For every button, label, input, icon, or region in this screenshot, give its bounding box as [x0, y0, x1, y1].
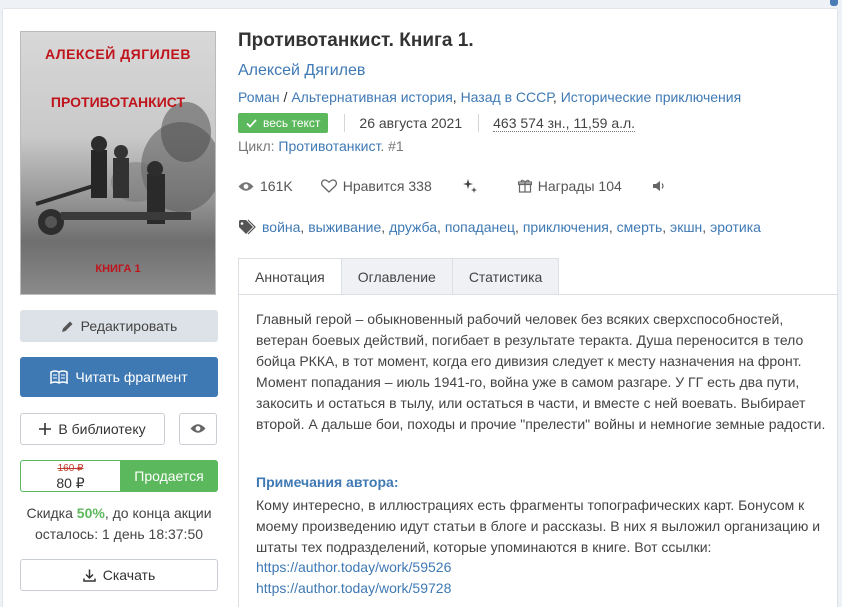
content-tabs: Аннотация Оглавление Статистика: [238, 258, 560, 295]
tag-link[interactable]: попаданец: [445, 219, 515, 235]
top-corner-button[interactable]: [830, 0, 838, 6]
full-text-badge: весь текст: [238, 113, 329, 133]
author-link[interactable]: Алексей Дягилев: [238, 62, 365, 80]
divider: [344, 114, 346, 132]
sparkle-button[interactable]: [462, 178, 484, 194]
open-book-icon: [50, 370, 69, 384]
old-price: 160 ₽: [57, 463, 84, 474]
add-to-library-label: В библиотеку: [58, 421, 146, 437]
discount-info: Скидка 50%, до конца акции осталось: 1 д…: [20, 503, 218, 545]
genre-link[interactable]: Роман: [238, 89, 280, 105]
views-count: 161K: [260, 178, 293, 194]
tab-contents[interactable]: Оглавление: [341, 258, 453, 295]
book-title: Противотанкист. Книга 1.: [238, 30, 474, 51]
author-notes-heading: Примечания автора:: [256, 474, 399, 490]
tab-panel: Главный герой – обыкновенный рабочий чел…: [238, 294, 838, 607]
tag-link[interactable]: эротика: [710, 219, 761, 235]
awards-label: Награды 104: [537, 178, 622, 194]
audio-button[interactable]: [652, 180, 672, 192]
price-box: 160 ₽ 80 ₽: [20, 460, 120, 492]
book-size: 463 574 зн., 11,59 а.л.: [493, 114, 636, 132]
heart-icon: [320, 179, 337, 193]
full-text-label: весь текст: [263, 116, 321, 130]
cycle-link[interactable]: Противотанкист: [278, 138, 380, 154]
tag-link[interactable]: дружба: [389, 219, 437, 235]
cycle-info: Цикл: Противотанкист. #1: [238, 138, 404, 154]
cover-author-text: АЛЕКСЕЙ ДЯГИЛЕВ: [44, 46, 191, 62]
pencil-icon: [61, 320, 74, 333]
tag-link[interactable]: приключения: [523, 219, 609, 235]
plus-icon: [39, 423, 52, 435]
discount-percent: 50%: [76, 505, 105, 521]
buy-button-label: Продается: [134, 468, 204, 484]
like-button[interactable]: Нравится 338: [320, 178, 432, 194]
author-notes-text: Кому интересно, в иллюстрациях есть фраг…: [256, 497, 821, 555]
edit-button[interactable]: Редактировать: [20, 310, 218, 342]
read-fragment-button[interactable]: Читать фрагмент: [20, 357, 218, 397]
genre-list: Роман / Альтернативная история, Назад в …: [238, 89, 742, 105]
download-button[interactable]: Скачать: [20, 559, 218, 591]
cover-artwork: [35, 136, 191, 235]
genre-link[interactable]: Исторические приключения: [561, 89, 741, 105]
add-to-library-button[interactable]: В библиотеку: [20, 413, 165, 445]
top-strip: [0, 0, 842, 8]
edit-button-label: Редактировать: [80, 318, 178, 334]
genre-link[interactable]: Альтернативная история: [291, 89, 452, 105]
external-link[interactable]: https://author.today/work/59526: [256, 559, 451, 575]
likes-label: Нравится 338: [342, 178, 432, 194]
publish-date: 26 августа 2021: [359, 115, 463, 131]
buy-button[interactable]: Продается: [120, 460, 218, 492]
cover-book-number: КНИГА 1: [95, 263, 141, 275]
eye-icon: [238, 181, 254, 191]
genre-link[interactable]: Назад в СССР: [461, 89, 553, 105]
annotation-text: Главный герой – обыкновенный рабочий чел…: [256, 311, 826, 432]
download-icon: [83, 569, 96, 582]
views-stat: 161K: [238, 178, 293, 194]
tag-link[interactable]: выживание: [308, 219, 381, 235]
download-label: Скачать: [102, 567, 156, 583]
awards-stat[interactable]: Награды 104: [517, 178, 622, 194]
book-cover[interactable]: АЛЕКСЕЙ ДЯГИЛЕВ ПРОТИВОТАНКИСТ КНИГА 1: [20, 31, 216, 295]
tag-link[interactable]: война: [262, 219, 300, 235]
tag-link[interactable]: смерть: [617, 219, 663, 235]
tab-annotation[interactable]: Аннотация: [238, 258, 342, 295]
meta-row: весь текст 26 августа 2021 463 574 зн., …: [238, 112, 636, 134]
cycle-label: Цикл:: [238, 138, 279, 154]
check-icon: [246, 118, 257, 128]
sparkle-icon: [462, 179, 477, 193]
external-link[interactable]: https://author.today/work/59728: [256, 580, 451, 596]
eye-icon: [190, 421, 206, 437]
tags-row: война, выживание, дружба, попаданец, при…: [238, 217, 761, 237]
cover-title-text: ПРОТИВОТАНКИСТ: [50, 94, 186, 110]
stats-row: 161K Нравится 338 Награды 104: [238, 176, 672, 196]
discount-prefix: Скидка: [26, 505, 77, 521]
divider: [478, 114, 480, 132]
speaker-icon: [652, 181, 664, 191]
watch-button[interactable]: [179, 413, 217, 445]
gift-icon: [517, 179, 532, 193]
current-price: 80 ₽: [56, 475, 85, 491]
cycle-number: . #1: [380, 138, 404, 154]
read-fragment-label: Читать фрагмент: [75, 369, 188, 385]
tag-link[interactable]: экшн: [670, 219, 702, 235]
tags-icon: [239, 219, 256, 235]
tab-statistics[interactable]: Статистика: [452, 258, 560, 295]
